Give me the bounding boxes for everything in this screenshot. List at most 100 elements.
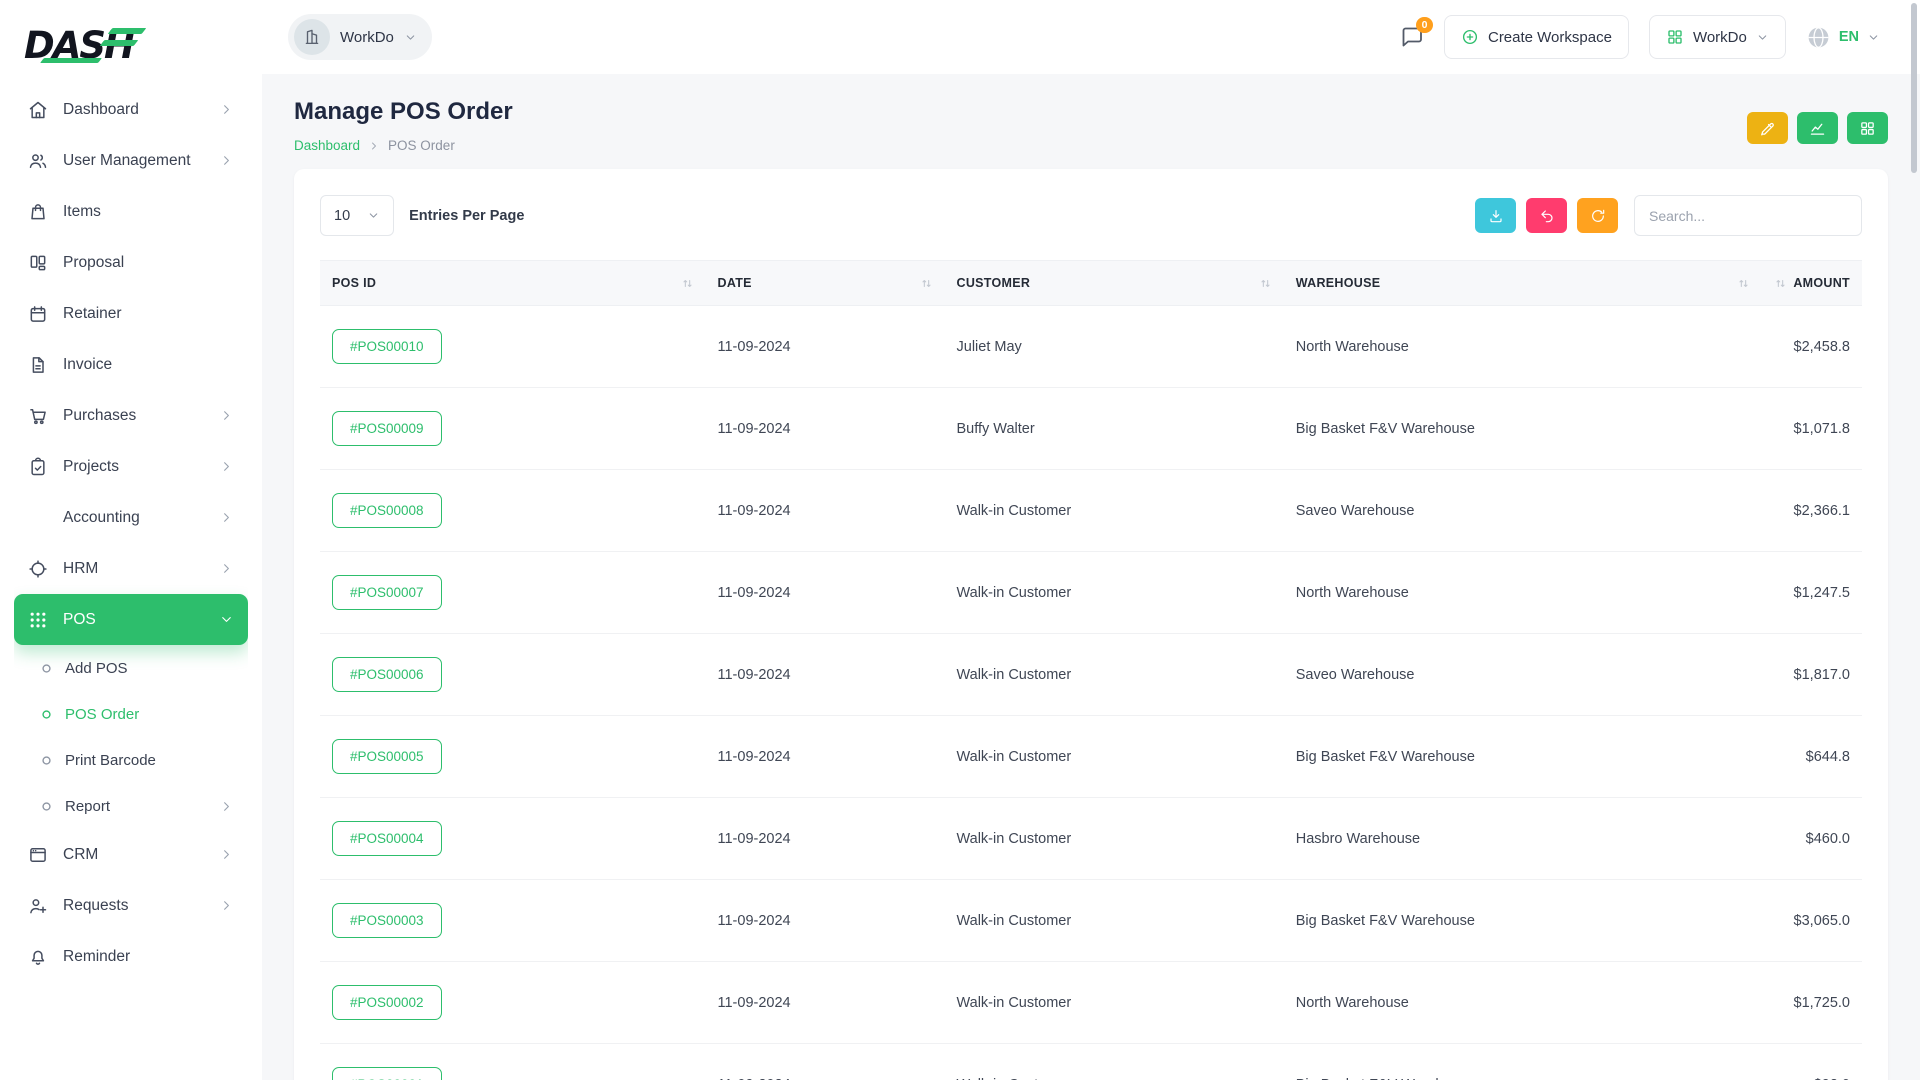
pos-id-link[interactable]: #POS00008 (332, 493, 442, 528)
reload-button[interactable] (1577, 198, 1618, 233)
logo-accent-slash (100, 40, 139, 46)
pos-id-link[interactable]: #POS00009 (332, 411, 442, 446)
sidebar-nav: Dashboard User Management Items Proposal Ret… (14, 80, 248, 1080)
warehouse-cell: Big Basket F&V Warehouse (1284, 388, 1762, 470)
sidebar-subitem-report[interactable]: Report (14, 783, 248, 829)
edit-button[interactable] (1747, 112, 1788, 144)
col-warehouse[interactable]: WAREHOUSE (1284, 261, 1762, 306)
table-row: #POS0000811-09-2024Walk-in CustomerSaveo… (320, 470, 1862, 552)
chevron-right-icon (219, 561, 234, 576)
sidebar-item-label: Projects (63, 458, 119, 476)
apps-menu-button[interactable]: WorkDo (1649, 15, 1786, 59)
sidebar-subitem-print-barcode[interactable]: Print Barcode (14, 737, 248, 783)
sidebar-item-label: User Management (63, 152, 191, 170)
sidebar-item-label: Purchases (63, 407, 136, 425)
sidebar-item-label: Proposal (63, 254, 124, 272)
page-title: Manage POS Order (294, 98, 513, 126)
export-button[interactable] (1475, 198, 1516, 233)
grid-view-button[interactable] (1847, 112, 1888, 144)
search-input[interactable] (1634, 195, 1862, 236)
chevron-right-icon (219, 153, 234, 168)
sidebar-item-label: Dashboard (63, 101, 139, 119)
sidebar-item-label: Accounting (63, 509, 140, 527)
pos-id-link[interactable]: #POS00007 (332, 575, 442, 610)
warehouse-cell: Big Basket F&V Warehouse (1284, 880, 1762, 962)
pos-id-link[interactable]: #POS00002 (332, 985, 442, 1020)
chart-button[interactable] (1797, 112, 1838, 144)
reset-button[interactable] (1526, 198, 1567, 233)
sidebar-item-label: Items (63, 203, 101, 221)
table-row: #POS0000211-09-2024Walk-in CustomerNorth… (320, 962, 1862, 1044)
sidebar-item-purchases[interactable]: Purchases (14, 390, 248, 441)
date-cell: 11-09-2024 (706, 470, 945, 552)
sidebar-item-accounting[interactable]: Accounting (14, 492, 248, 543)
workspace-selector[interactable]: WorkDo (288, 14, 432, 60)
pos-id-link[interactable]: #POS00005 (332, 739, 442, 774)
sidebar-item-user-management[interactable]: User Management (14, 135, 248, 186)
sidebar-subitem-pos-order[interactable]: POS Order (14, 691, 248, 737)
sidebar-item-pos[interactable]: POS (14, 594, 248, 645)
breadcrumb: Dashboard POS Order (294, 138, 513, 153)
col-date[interactable]: DATE (706, 261, 945, 306)
create-workspace-button[interactable]: Create Workspace (1444, 15, 1629, 59)
language-code: EN (1839, 29, 1859, 45)
sidebar-item-label: Reminder (63, 948, 130, 966)
entries-per-page-value: 10 (334, 208, 350, 224)
pos-id-link[interactable]: #POS00006 (332, 657, 442, 692)
language-selector[interactable]: EN (1806, 25, 1880, 50)
workspace-name: WorkDo (340, 29, 394, 46)
dots-grid-icon (28, 610, 48, 630)
create-workspace-label: Create Workspace (1488, 29, 1612, 46)
circle-icon (41, 663, 52, 674)
undo-icon (1539, 208, 1555, 224)
customer-cell: Walk-in Customer (945, 880, 1284, 962)
pos-id-link[interactable]: #POS00003 (332, 903, 442, 938)
messages-button[interactable]: 0 (1400, 25, 1424, 49)
warehouse-cell: Saveo Warehouse (1284, 470, 1762, 552)
sidebar-subitem-label: POS Order (65, 706, 139, 723)
pos-id-link[interactable]: #POS00004 (332, 821, 442, 856)
pos-id-link[interactable]: #POS00001 (332, 1067, 442, 1080)
globe-icon (1806, 25, 1831, 50)
chevron-down-icon (404, 31, 417, 44)
col-amount[interactable]: AMOUNT (1762, 261, 1862, 306)
brand-logo[interactable]: DASH (14, 12, 248, 76)
target-icon (28, 559, 48, 579)
grid-icon (1666, 28, 1684, 46)
customer-cell: Walk-in Customer (945, 552, 1284, 634)
scrollbar[interactable] (1911, 3, 1917, 173)
date-cell: 11-09-2024 (706, 880, 945, 962)
chevron-down-icon (367, 209, 380, 222)
entries-per-page-select[interactable]: 10 (320, 195, 394, 236)
sidebar-item-proposal[interactable]: Proposal (14, 237, 248, 288)
bag-icon (28, 202, 48, 222)
sidebar-item-retainer[interactable]: Retainer (14, 288, 248, 339)
sidebar-item-requests[interactable]: Requests (14, 880, 248, 931)
topbar: WorkDo 0 Create Workspace WorkDo (262, 0, 1920, 74)
table-row: #POS0000511-09-2024Walk-in CustomerBig B… (320, 716, 1862, 798)
chart-icon (1809, 120, 1826, 137)
chevron-down-icon (219, 612, 234, 627)
amount-cell: $2,458.8 (1762, 306, 1862, 388)
warehouse-cell: Hasbro Warehouse (1284, 798, 1762, 880)
table-row: #POS00003 11-09-2024Walk-in CustomerBig B… (320, 880, 1862, 962)
main-area: WorkDo 0 Create Workspace WorkDo (262, 0, 1920, 1080)
pos-id-link[interactable]: #POS00010 (332, 329, 442, 364)
sort-icon (1737, 277, 1750, 290)
sidebar-item-invoice[interactable]: Invoice (14, 339, 248, 390)
amount-cell: $644.8 (1762, 716, 1862, 798)
sidebar-item-crm[interactable]: CRM (14, 829, 248, 880)
col-pos-id[interactable]: POS ID (320, 261, 706, 306)
breadcrumb-dashboard-link[interactable]: Dashboard (294, 138, 360, 153)
col-customer[interactable]: CUSTOMER (945, 261, 1284, 306)
amount-cell: $1,817.0 (1762, 634, 1862, 716)
sidebar-item-dashboard[interactable]: Dashboard (14, 84, 248, 135)
sidebar-item-projects[interactable]: Projects (14, 441, 248, 492)
sidebar-subitem-add-pos[interactable]: Add POS (14, 645, 248, 691)
customer-cell: Walk-in Customer (945, 716, 1284, 798)
sidebar-item-hrm[interactable]: HRM (14, 543, 248, 594)
date-cell: 11-09-2024 (706, 1044, 945, 1080)
sidebar-item-items[interactable]: Items (14, 186, 248, 237)
customer-cell: Walk-in Customer (945, 634, 1284, 716)
sidebar-item-reminder[interactable]: Reminder (14, 931, 248, 982)
